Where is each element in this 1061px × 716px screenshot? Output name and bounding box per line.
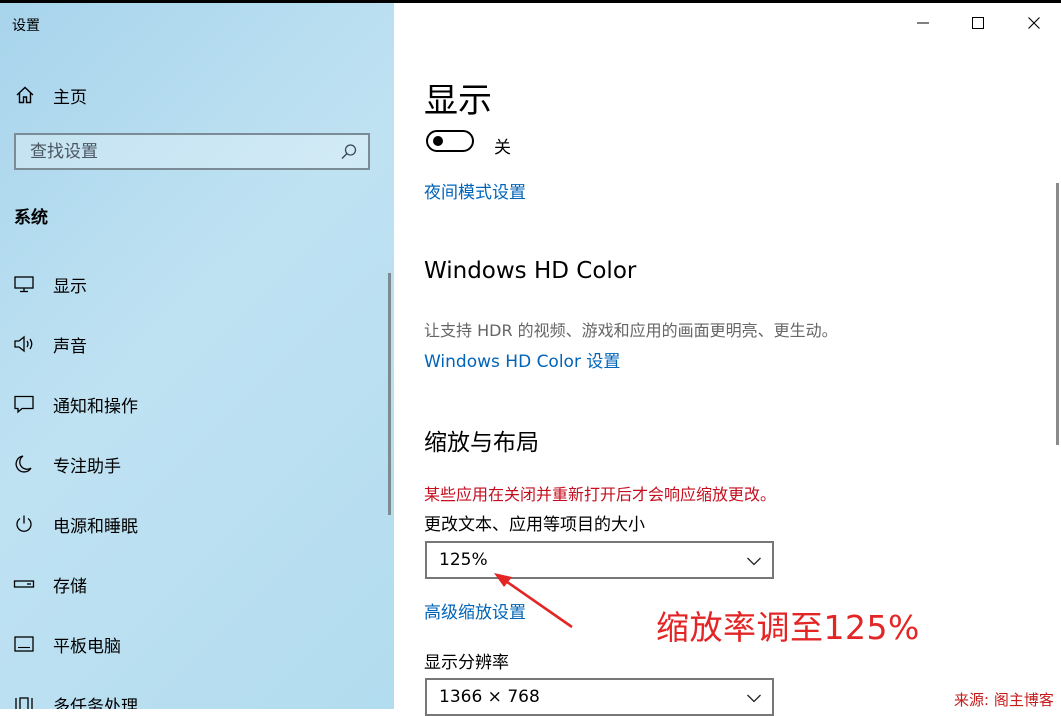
scale-dropdown[interactable]: 125%	[425, 541, 774, 579]
sidebar-item-label: 平板电脑	[53, 636, 121, 657]
sidebar-item-home[interactable]: 主页	[14, 83, 87, 108]
scale-label: 更改文本、应用等项目的大小	[424, 515, 645, 535]
sidebar-item-display[interactable]: 显示	[12, 269, 87, 299]
source-watermark: 来源: 阁主博客	[954, 691, 1054, 709]
resolution-value: 1366 × 768	[439, 687, 540, 707]
resolution-label: 显示分辨率	[424, 653, 509, 673]
sidebar-item-notifications[interactable]: 通知和操作	[12, 389, 138, 419]
notification-icon	[12, 392, 36, 416]
sidebar-item-label: 存储	[53, 576, 87, 597]
sidebar: 设置 主页 系统 显示 声音 通知和操作 专注助手	[0, 3, 394, 709]
sidebar-item-label: 主页	[53, 87, 87, 108]
night-light-settings-link[interactable]: 夜间模式设置	[424, 178, 526, 203]
sidebar-item-tablet[interactable]: 平板电脑	[12, 629, 121, 659]
scale-warning: 某些应用在关闭并重新打开后才会响应缩放更改。	[424, 485, 777, 504]
minimize-button[interactable]	[903, 9, 943, 39]
close-icon	[1027, 15, 1041, 34]
sidebar-item-focus-assist[interactable]: 专注助手	[12, 449, 121, 479]
main-pane: 显示 关 夜间模式设置 Windows HD Color 让支持 HDR 的视频…	[394, 3, 1061, 716]
hd-color-heading: Windows HD Color	[424, 258, 637, 284]
sidebar-item-multitasking[interactable]: 多任务处理	[12, 689, 138, 709]
sidebar-item-label: 通知和操作	[53, 396, 138, 417]
scale-layout-heading: 缩放与布局	[424, 430, 539, 456]
annotation-arrow	[494, 573, 573, 629]
minimize-icon	[916, 15, 930, 34]
sidebar-item-label: 电源和睡眠	[53, 516, 138, 537]
maximize-button[interactable]	[958, 9, 998, 39]
close-button[interactable]	[1014, 9, 1054, 39]
chevron-down-icon	[746, 690, 762, 704]
app-title: 设置	[12, 18, 40, 34]
home-icon	[14, 84, 36, 106]
hd-color-description: 让支持 HDR 的视频、游戏和应用的画面更明亮、更生动。	[424, 321, 838, 340]
search-input[interactable]	[30, 135, 330, 168]
hd-color-settings-link[interactable]: Windows HD Color 设置	[424, 347, 620, 372]
sidebar-item-label: 显示	[53, 276, 87, 297]
storage-icon	[12, 572, 36, 596]
toggle-knob	[433, 136, 443, 146]
monitor-icon	[12, 272, 36, 296]
sidebar-item-power[interactable]: 电源和睡眠	[12, 509, 138, 539]
sidebar-item-label: 专注助手	[53, 456, 121, 477]
chevron-down-icon	[746, 553, 762, 567]
maximize-icon	[971, 15, 985, 34]
sidebar-item-storage[interactable]: 存储	[12, 569, 87, 599]
section-title: 系统	[14, 208, 48, 228]
search-icon[interactable]	[340, 143, 358, 161]
sidebar-item-sound[interactable]: 声音	[12, 329, 87, 359]
annotation-text: 缩放率调至125%	[656, 608, 920, 647]
scale-value: 125%	[439, 550, 488, 570]
multitask-icon	[12, 692, 36, 709]
search-box	[14, 133, 370, 170]
night-light-toggle[interactable]	[426, 130, 474, 152]
power-icon	[12, 512, 36, 536]
moon-icon	[12, 452, 36, 476]
sidebar-scrollbar[interactable]	[388, 273, 391, 515]
main-scrollbar[interactable]	[1056, 183, 1059, 445]
sidebar-item-label: 多任务处理	[53, 696, 138, 710]
toggle-state-label: 关	[494, 138, 511, 158]
page-title: 显示	[424, 81, 492, 121]
tablet-icon	[12, 632, 36, 656]
speaker-icon	[12, 332, 36, 356]
resolution-dropdown[interactable]: 1366 × 768	[425, 678, 774, 716]
sidebar-item-label: 声音	[53, 336, 87, 357]
